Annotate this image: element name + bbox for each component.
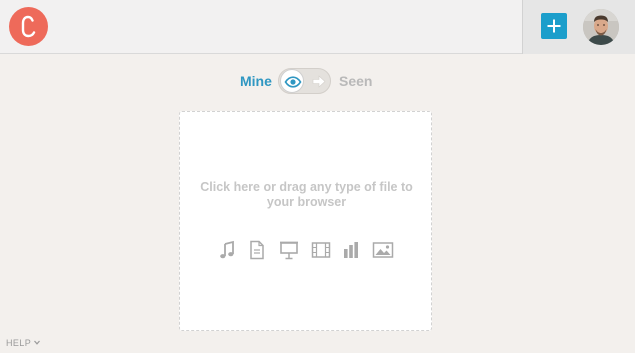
file-drop-zone[interactable]: Click here or drag any type of file to y… xyxy=(179,111,432,331)
toggle-knob[interactable] xyxy=(280,69,304,93)
mine-seen-toggle-row: Mine Seen xyxy=(0,66,635,96)
arrow-right-icon xyxy=(312,75,326,88)
top-bar xyxy=(0,0,635,54)
avatar[interactable] xyxy=(583,9,619,45)
add-button[interactable] xyxy=(541,13,567,39)
chevron-down-icon xyxy=(34,337,41,347)
eye-icon xyxy=(284,76,302,88)
music-icon xyxy=(220,240,234,259)
help-menu[interactable]: HELP xyxy=(6,337,41,348)
video-icon xyxy=(311,242,331,258)
file-type-icons xyxy=(218,240,398,260)
top-bar-actions xyxy=(522,0,635,54)
presentation-icon xyxy=(280,241,298,260)
brand-logo-icon[interactable] xyxy=(9,7,48,46)
plus-icon xyxy=(547,19,561,33)
mine-seen-switch[interactable] xyxy=(278,68,331,94)
document-icon xyxy=(250,240,264,260)
help-label: HELP xyxy=(6,338,32,348)
mine-label[interactable]: Mine xyxy=(240,73,272,89)
seen-label[interactable]: Seen xyxy=(339,73,372,89)
drop-instructions: Click here or drag any type of file to y… xyxy=(200,180,413,209)
image-icon xyxy=(372,242,394,258)
chart-icon xyxy=(344,242,358,258)
